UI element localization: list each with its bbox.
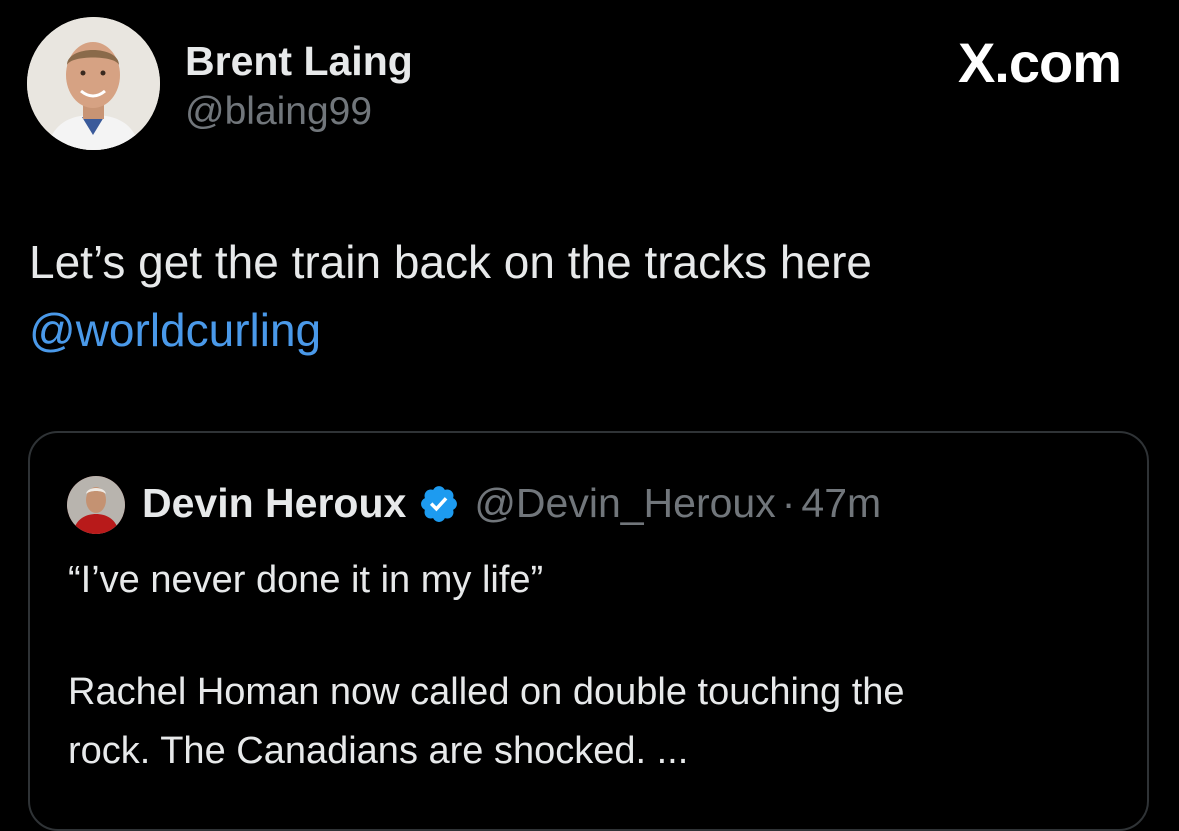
site-logo: X.com	[957, 31, 1122, 94]
quoted-author-avatar[interactable]	[67, 476, 125, 534]
quoted-timestamp[interactable]: 47m	[801, 480, 881, 527]
tweet-text: Let’s get the train back on the tracks h…	[29, 228, 1129, 364]
author-name[interactable]: Brent Laing	[185, 38, 413, 85]
quoted-text-line-1: “I’ve never done it in my life”	[68, 559, 544, 601]
separator-dot: ·	[781, 480, 796, 526]
quoted-tweet-card[interactable]: Devin Heroux @Devin_Heroux · 47m “I’ve n…	[28, 431, 1149, 831]
tweet-text-body: Let’s get the train back on the tracks h…	[29, 236, 872, 288]
quoted-author-handle[interactable]: @Devin_Heroux	[474, 480, 775, 527]
author-avatar[interactable]	[27, 17, 160, 150]
quoted-text-line-3: rock. The Canadians are shocked. ...	[68, 730, 689, 772]
quoted-author-name[interactable]: Devin Heroux	[142, 480, 406, 527]
quoted-text-line-2: Rachel Homan now called on double touchi…	[68, 671, 905, 713]
quoted-tweet-header: Devin Heroux @Devin_Heroux · 47m	[142, 480, 881, 527]
quoted-avatar-image	[67, 476, 125, 534]
verified-badge-icon	[418, 483, 460, 525]
author-handle[interactable]: @blaing99	[185, 90, 372, 134]
author-avatar-image	[27, 17, 160, 150]
tweet-mention-link[interactable]: @worldcurling	[29, 296, 1129, 364]
